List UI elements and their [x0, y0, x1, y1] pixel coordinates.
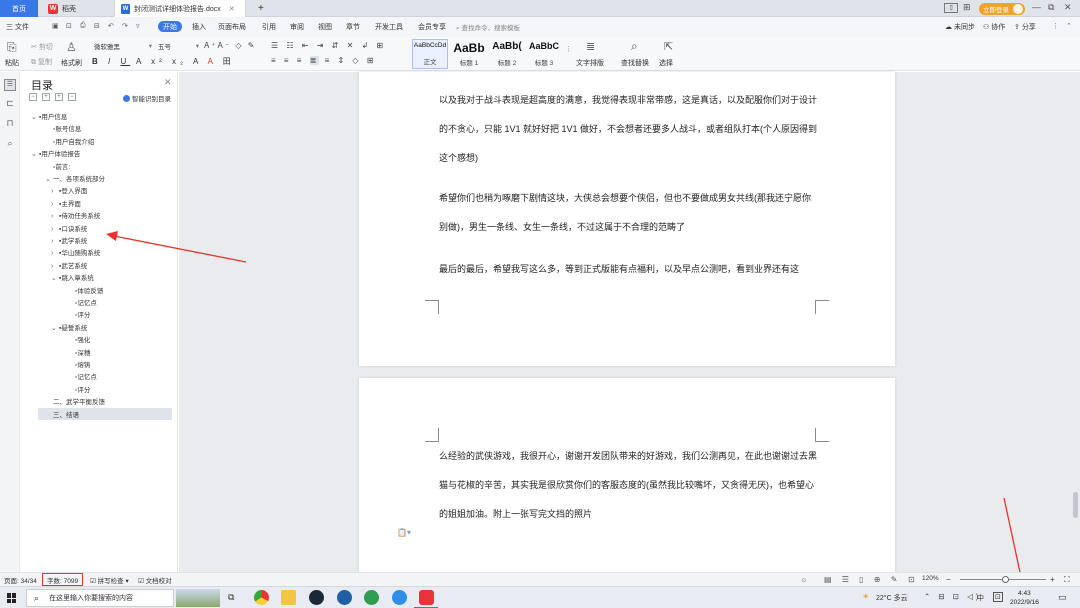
status-bar: 页面: 34/34 字数: 7099 ☑ 拼写检查 ▾ ☑ 文档校对 ☼ ▤ ☰…	[0, 572, 1080, 586]
weather[interactable]: 22°C 多云	[876, 593, 908, 603]
annotation-arrow	[1003, 497, 1022, 578]
spell-label: 拼写检查	[97, 578, 124, 585]
annotation-arrow	[113, 235, 247, 263]
ime-indicator[interactable]: 中	[977, 593, 984, 603]
app-icon[interactable]	[337, 590, 352, 605]
clock[interactable]: 4:43 2022/9/16	[1010, 589, 1039, 607]
fullscreen-icon[interactable]: ⛶	[1064, 575, 1070, 585]
proofread[interactable]: ☑ 文档校对	[138, 575, 172, 585]
eye-protect-icon[interactable]: ☼	[800, 575, 807, 584]
windows-start-icon[interactable]	[7, 593, 17, 603]
file-explorer-icon[interactable]	[281, 590, 296, 605]
system-tray[interactable]: ⌃ ⊟ ⊡ ◁)	[924, 592, 981, 601]
view-mode-group[interactable]: ▤ ☰ ▯ ⊕ ✎	[824, 575, 901, 584]
word-count[interactable]: 字数: 7099	[42, 573, 84, 586]
zoom-slider-handle[interactable]	[1002, 576, 1009, 583]
spell-check[interactable]: ☑ 拼写检查 ▾	[90, 575, 129, 585]
zoom-level[interactable]: 120%	[922, 575, 939, 582]
wps-icon[interactable]	[419, 590, 434, 605]
annotation-overlay	[106, 231, 1026, 586]
app-icon[interactable]	[392, 590, 407, 605]
steam-icon[interactable]	[309, 590, 324, 605]
clock-date: 2022/9/16	[1010, 599, 1039, 606]
taskbar: ⌕ 在这里输入你要搜索的内容 ⧉ ☀ 22°C 多云 ⌃ ⊟ ⊡ ◁) 中 ⊡ 4…	[0, 586, 1080, 608]
taskbar-search-placeholder: 在这里输入你要搜索的内容	[49, 595, 133, 602]
weather-icon: ☀	[862, 592, 870, 601]
wechat-icon[interactable]	[364, 590, 379, 605]
ime-mode-icon[interactable]: ⊡	[993, 592, 1003, 602]
proof-label: 文档校对	[145, 578, 172, 585]
clock-time: 4:43	[1018, 590, 1031, 597]
page-indicator[interactable]: 页面: 34/34	[4, 575, 37, 585]
task-view-icon[interactable]: ⧉	[228, 592, 234, 603]
chrome-icon[interactable]	[254, 590, 269, 605]
fit-page-icon[interactable]: ⊡	[908, 575, 915, 584]
zoom-in-icon[interactable]: +	[1050, 575, 1055, 584]
zoom-out-icon[interactable]: −	[946, 575, 951, 584]
search-icon: ⌕	[34, 593, 40, 603]
annotation-arrowhead	[106, 231, 118, 241]
notification-icon[interactable]: ▭	[1058, 592, 1067, 603]
search-highlight-image	[176, 589, 220, 607]
taskbar-search[interactable]: ⌕ 在这里输入你要搜索的内容	[26, 589, 174, 607]
